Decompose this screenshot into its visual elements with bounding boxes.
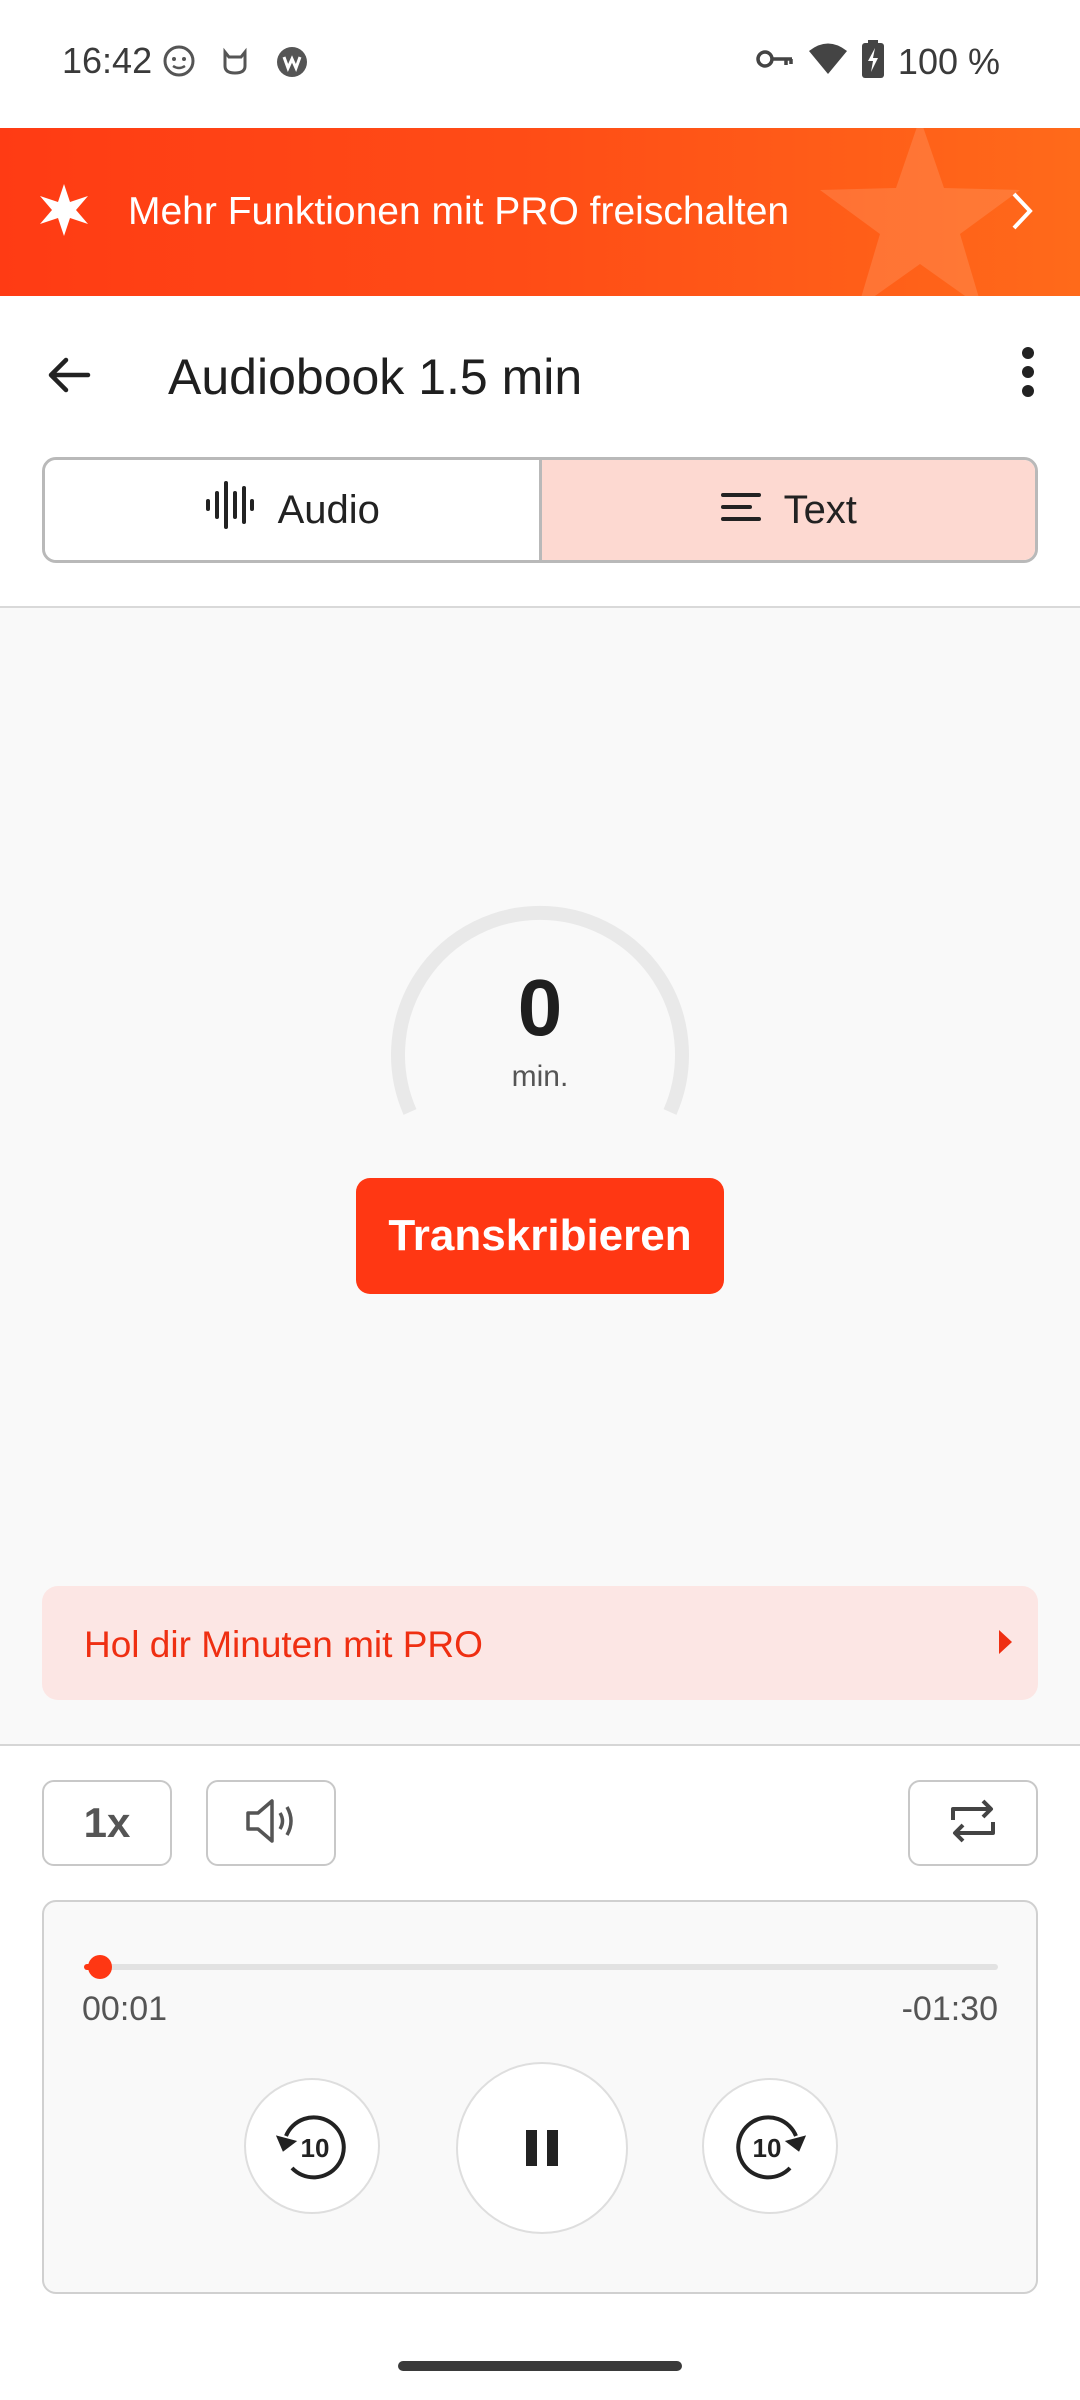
wifi-icon (808, 42, 848, 81)
seek-bar-thumb[interactable] (88, 1955, 112, 1979)
pro-upgrade-banner[interactable]: Mehr Funktionen mit PRO freischalten (0, 128, 1080, 296)
forward-10-icon: 10 (736, 2115, 807, 2180)
back-arrow-icon[interactable] (44, 350, 94, 405)
more-options-icon[interactable] (1020, 346, 1036, 403)
get-minutes-pro-card[interactable]: Hol dir Minuten mit PRO (42, 1586, 1038, 1700)
forward-10-button[interactable]: 10 (702, 2078, 838, 2214)
page-title: Audiobook 1.5 min (168, 349, 583, 405)
transcription-panel: 0 min. Transkribieren Hol dir Minuten mi… (0, 608, 1080, 1744)
seek-bar[interactable] (84, 1955, 998, 1979)
notification-icons (162, 44, 310, 85)
svg-text:10: 10 (753, 2133, 782, 2163)
transcribe-button[interactable]: Transkribieren (356, 1178, 724, 1294)
pro-banner-text: Mehr Funktionen mit PRO freischalten (128, 190, 790, 233)
status-time: 16:42 (62, 40, 153, 81)
repeat-icon (947, 1796, 999, 1851)
minutes-unit: min. (511, 1060, 569, 1093)
sparkle-star-icon (36, 182, 92, 243)
minutes-value: 0 (517, 963, 563, 1052)
rewind-10-button[interactable]: 10 (244, 2078, 380, 2214)
background-star-icon (820, 128, 1020, 296)
view-toggle: Audio Text (42, 457, 1038, 563)
battery-charging-icon (861, 40, 884, 83)
divider (0, 1744, 1080, 1746)
get-minutes-label: Hol dir Minuten mit PRO (84, 1624, 483, 1665)
system-icons: 100 % (756, 40, 1000, 83)
playback-speed-button[interactable]: 1x (42, 1780, 172, 1866)
volume-icon (244, 1796, 298, 1851)
text-lines-icon (720, 488, 762, 533)
repeat-button[interactable] (908, 1780, 1038, 1866)
home-indicator[interactable] (398, 2361, 682, 2371)
pause-button[interactable] (456, 2062, 628, 2234)
app-bar: Audiobook 1.5 min (0, 296, 1080, 456)
status-bar: 16:42 100 % (0, 0, 1080, 128)
pause-icon (526, 2130, 558, 2166)
waveform-icon (204, 480, 256, 540)
vpn-key-icon (756, 47, 794, 76)
face-notification-icon (162, 44, 196, 85)
chevron-right-icon (1008, 188, 1036, 239)
audio-player: 00:01 -01:30 10 10 (42, 1900, 1038, 2294)
tab-audio-label: Audio (277, 487, 380, 532)
play-arrow-icon (996, 1628, 1014, 1661)
rewind-10-icon: 10 (275, 2115, 346, 2180)
svg-text:10: 10 (301, 2133, 330, 2163)
volume-button[interactable] (206, 1780, 336, 1866)
tab-text-label: Text (783, 487, 857, 532)
cat-notification-icon (218, 44, 252, 85)
remaining-time: -01:30 (901, 1990, 998, 2028)
elapsed-time: 00:01 (82, 1990, 168, 2028)
battery-percentage: 100 % (897, 40, 1000, 82)
app-notification-icon (274, 44, 310, 85)
tab-text[interactable]: Text (541, 460, 1035, 560)
tab-audio[interactable]: Audio (45, 460, 542, 560)
